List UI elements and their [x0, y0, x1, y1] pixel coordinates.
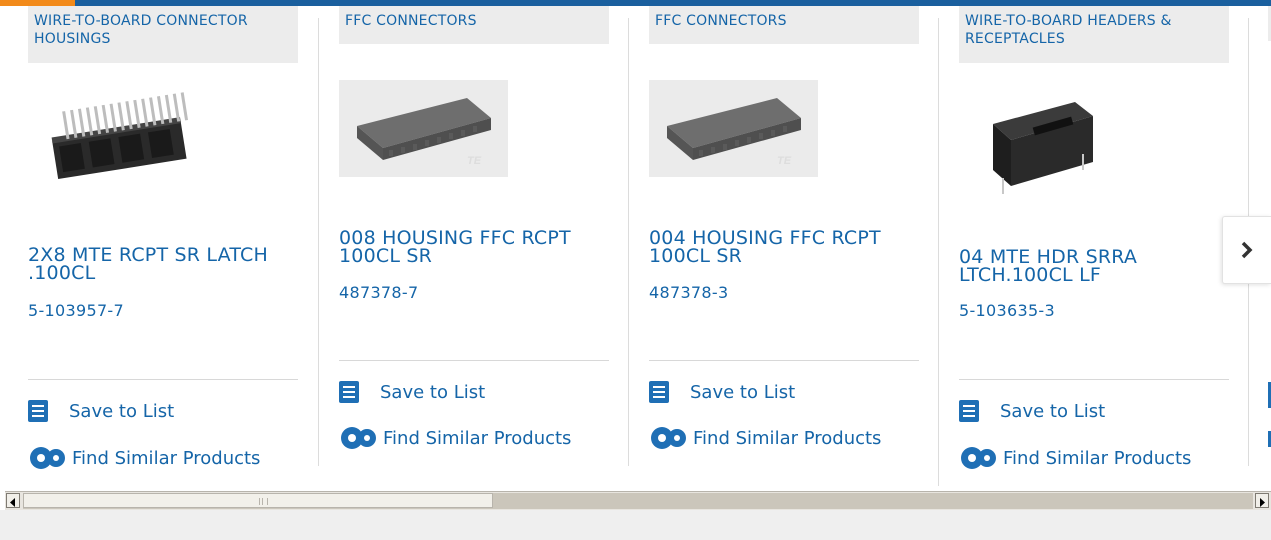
- find-similar-label: Find Similar Products: [383, 427, 572, 449]
- product-card: FFC CONNECTORS TE 004 HOUSING FFC RCPT 1…: [649, 6, 919, 476]
- product-title[interactable]: 004 HOUSING FFC RCPT 100CL SR: [649, 229, 911, 266]
- card-separator: [628, 18, 629, 466]
- save-to-list-label: Save to List: [1000, 400, 1106, 422]
- product-card: WIRE-TO-BOARD HEADERS & RECEPTACLES 04 M…: [959, 6, 1229, 476]
- card-separator: [938, 18, 939, 486]
- find-similar-button[interactable]: Find Similar Products: [649, 425, 881, 451]
- save-to-list-label: Save to List: [69, 400, 175, 422]
- card-separator: [318, 18, 319, 466]
- checklist-icon: [28, 400, 48, 422]
- horizontal-scrollbar[interactable]: [5, 491, 1271, 510]
- part-number[interactable]: 5-103957-7: [28, 301, 124, 320]
- product-title[interactable]: 04 MTE HDR SRRA LTCH.100CL LF: [959, 248, 1221, 285]
- product-card: FFC CONNECTORS TE 008 HOUSING FFC RCPT 1…: [339, 6, 609, 476]
- wire-to-board-housing-image[interactable]: [40, 92, 212, 202]
- ffc-housing-image[interactable]: TE: [339, 80, 508, 177]
- product-category[interactable]: WIRE-TO-BOARD CONNECTOR HOUSINGS: [28, 6, 298, 63]
- gears-icon: [651, 427, 686, 449]
- card-divider-rule: [649, 360, 919, 361]
- card-divider-rule: [959, 379, 1229, 380]
- checklist-icon: [959, 400, 979, 422]
- scrollbar-thumb[interactable]: [23, 493, 493, 508]
- product-title[interactable]: 2X8 MTE RCPT SR LATCH .100CL: [28, 246, 290, 283]
- ffc-housing-image[interactable]: TE: [649, 80, 818, 177]
- chevron-right-icon: [1241, 241, 1253, 259]
- product-card: WIRE-TO-BOARD CONNECTOR HOUSINGS 2X8 MTE…: [28, 6, 298, 476]
- part-number[interactable]: 5-103635-3: [959, 301, 1055, 320]
- part-number[interactable]: 487378-7: [339, 283, 418, 302]
- checklist-icon: [649, 381, 669, 403]
- part-number[interactable]: 487378-3: [649, 283, 728, 302]
- gears-icon: [30, 447, 65, 469]
- checklist-icon: [339, 381, 359, 403]
- find-similar-button[interactable]: Find Similar Products: [339, 425, 571, 451]
- product-title[interactable]: 008 HOUSING FFC RCPT 100CL SR: [339, 229, 601, 266]
- scroll-right-button[interactable]: [1255, 493, 1269, 508]
- find-similar-button[interactable]: Find Similar Products: [959, 445, 1191, 471]
- find-similar-button[interactable]: Find Similar Products: [28, 445, 260, 471]
- find-similar-label: Find Similar Products: [693, 427, 882, 449]
- product-carousel: WIRE-TO-BOARD CONNECTOR HOUSINGS 2X8 MTE…: [0, 6, 1271, 486]
- save-to-list-button[interactable]: Save to List: [339, 381, 485, 403]
- right-angle-header-image[interactable]: [973, 94, 1113, 204]
- save-to-list-label: Save to List: [380, 381, 486, 403]
- carousel-next-button[interactable]: [1222, 216, 1271, 284]
- gears-icon: [961, 447, 996, 469]
- scroll-left-button[interactable]: [6, 493, 20, 508]
- page-footer-area: [0, 510, 1271, 540]
- card-divider-rule: [339, 360, 609, 361]
- card-divider-rule: [28, 379, 298, 380]
- scrollbar-grip-icon: [259, 498, 268, 505]
- product-category[interactable]: WIRE-TO-BOARD HEADERS & RECEPTACLES: [959, 6, 1229, 63]
- find-similar-label: Find Similar Products: [72, 447, 261, 469]
- te-watermark: TE: [467, 155, 482, 167]
- product-category[interactable]: FFC CONNECTORS: [339, 6, 609, 44]
- te-watermark: TE: [777, 155, 792, 167]
- product-category[interactable]: FFC CONNECTORS: [649, 6, 919, 44]
- gears-icon: [341, 427, 376, 449]
- save-to-list-button[interactable]: Save to List: [28, 400, 174, 422]
- save-to-list-label: Save to List: [690, 381, 796, 403]
- save-to-list-button[interactable]: Save to List: [959, 400, 1105, 422]
- save-to-list-button[interactable]: Save to List: [649, 381, 795, 403]
- find-similar-label: Find Similar Products: [1003, 447, 1192, 469]
